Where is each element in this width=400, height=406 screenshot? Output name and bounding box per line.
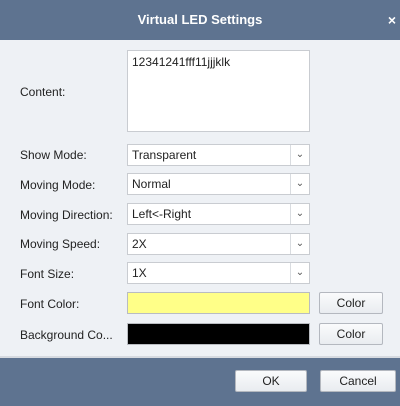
content-label: Content: <box>20 85 66 99</box>
background-color-swatch <box>127 323 310 345</box>
chevron-down-icon[interactable]: ⌄ <box>290 263 309 283</box>
virtual-led-settings-dialog: Virtual LED Settings × Content: 12341241… <box>0 0 400 406</box>
moving-direction-label: Moving Direction: <box>20 208 113 222</box>
dialog-footer: OK Cancel <box>0 358 400 406</box>
moving-direction-select[interactable]: Left<-Right ⌄ <box>127 203 310 225</box>
font-color-label: Font Color: <box>20 297 80 311</box>
dialog-titlebar: Virtual LED Settings × <box>0 0 400 40</box>
font-size-select[interactable]: 1X ⌄ <box>127 262 310 284</box>
moving-speed-value: 2X <box>132 237 147 251</box>
show-mode-select[interactable]: Transparent ⌄ <box>127 144 310 166</box>
moving-direction-value: Left<-Right <box>132 207 192 221</box>
cancel-button[interactable]: Cancel <box>320 370 396 392</box>
content-textarea[interactable]: 12341241fff11jjjklk <box>127 50 310 132</box>
chevron-down-icon[interactable]: ⌄ <box>290 204 309 224</box>
moving-mode-select[interactable]: Normal ⌄ <box>127 173 310 195</box>
content-text: 12341241fff11jjjklk <box>132 55 231 69</box>
moving-mode-value: Normal <box>132 177 171 191</box>
font-color-swatch <box>127 292 310 314</box>
chevron-down-icon[interactable]: ⌄ <box>290 234 309 254</box>
ok-button[interactable]: OK <box>235 370 307 392</box>
background-color-button[interactable]: Color <box>319 323 383 345</box>
font-color-button[interactable]: Color <box>319 292 383 314</box>
font-size-label: Font Size: <box>20 267 75 281</box>
chevron-down-icon[interactable]: ⌄ <box>290 145 309 165</box>
close-icon[interactable]: × <box>388 0 396 40</box>
moving-mode-label: Moving Mode: <box>20 178 96 192</box>
chevron-down-icon[interactable]: ⌄ <box>290 174 309 194</box>
background-color-label: Background Co... <box>20 328 113 342</box>
moving-speed-label: Moving Speed: <box>20 237 101 251</box>
dialog-title: Virtual LED Settings <box>137 12 263 27</box>
show-mode-label: Show Mode: <box>20 148 87 162</box>
moving-speed-select[interactable]: 2X ⌄ <box>127 233 310 255</box>
font-size-value: 1X <box>132 266 147 280</box>
show-mode-value: Transparent <box>132 148 197 162</box>
